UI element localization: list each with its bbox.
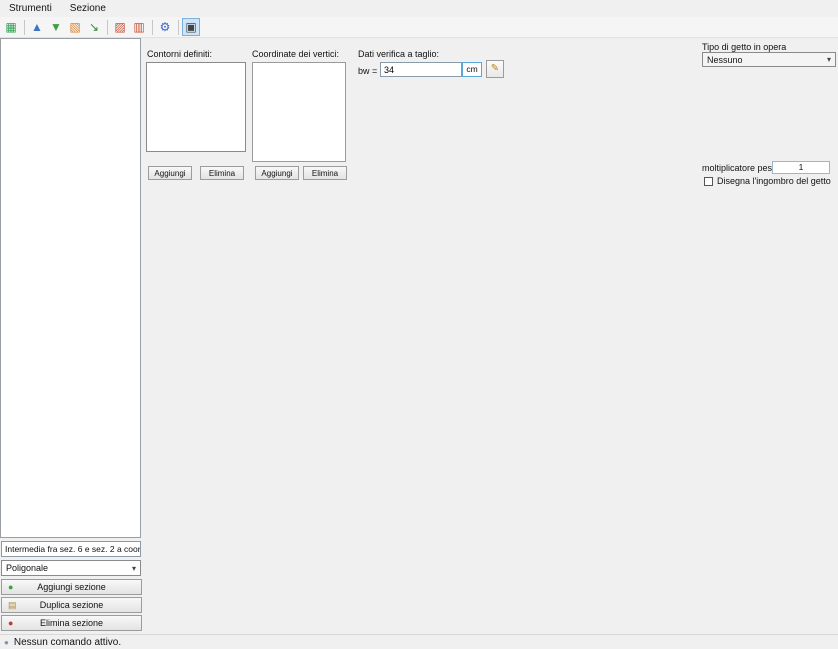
add-section-label: Aggiungi sezione (37, 582, 106, 592)
chevron-down-icon: ▾ (132, 564, 136, 573)
section-type-select[interactable]: Poligonale ▾ (1, 560, 141, 576)
toolbar-separator (178, 20, 179, 35)
vertex-delete-label: Elimina (312, 169, 338, 178)
section-name-input[interactable]: Intermedia fra sez. 6 e sez. 2 a coord. … (1, 541, 141, 557)
arrow-down-icon[interactable]: ▼ (47, 18, 65, 36)
duplicate-section-icon: ▤ (8, 600, 17, 611)
app-window: Strumenti Sezione ▦ ▲▼▧↘ ▨▥ ⚙ ▣ Intermedia f… (0, 0, 838, 649)
vertex-delete-button[interactable]: Elimina (303, 166, 347, 180)
hand-icon[interactable]: ▧ (66, 18, 84, 36)
image-icon[interactable]: ▣ (182, 18, 200, 36)
add-section-icon: ● (8, 582, 13, 592)
menu-strumenti[interactable]: Strumenti (0, 1, 61, 16)
menu-bar: Strumenti Sezione (0, 0, 838, 17)
drawing-canvas[interactable] (145, 185, 838, 634)
toolbar-separator (152, 20, 153, 35)
status-icon: ● (4, 638, 9, 647)
chevron-down-icon: ▾ (827, 55, 831, 64)
contorni-add-label: Aggiungi (154, 169, 185, 178)
check-arrows-icon[interactable]: ↘ (85, 18, 103, 36)
section-list (0, 38, 141, 538)
getto-title: Tipo di getto in opera (702, 42, 786, 52)
gear-icon[interactable]: ⚙ (156, 18, 174, 36)
contorni-title: Contorni definiti: (147, 49, 212, 59)
vertex-table[interactable] (252, 62, 346, 162)
vertex-add-label: Aggiungi (261, 169, 292, 178)
bw-label: bw = (358, 66, 377, 76)
duplicate-section-label: Duplica sezione (40, 600, 104, 610)
menu-sezione[interactable]: Sezione (61, 1, 115, 16)
grid-icon[interactable]: ▦ (2, 18, 20, 36)
status-bar: ● Nessun comando attivo. (0, 634, 838, 649)
bw-edit-button[interactable]: ✎ (486, 60, 504, 78)
contorni-delete-button[interactable]: Elimina (200, 166, 244, 180)
delete-section-label: Elimina sezione (40, 618, 103, 628)
getto-select[interactable]: Nessuno ▾ (702, 52, 836, 67)
contorni-delete-label: Elimina (209, 169, 235, 178)
duplicate-section-button[interactable]: ▤ Duplica sezione (1, 597, 142, 613)
copy-red-icon[interactable]: ▨ (111, 18, 129, 36)
status-text: Nessun comando attivo. (14, 637, 121, 648)
pencil-icon: ✎ (491, 63, 499, 74)
bw-unit[interactable]: cm (462, 62, 482, 77)
bw-input[interactable] (380, 62, 462, 77)
toolbar-separator (24, 20, 25, 35)
contorni-add-button[interactable]: Aggiungi (148, 166, 192, 180)
toolbar-separator (107, 20, 108, 35)
add-section-button[interactable]: ● Aggiungi sezione (1, 579, 142, 595)
contorni-listbox[interactable] (146, 62, 246, 152)
molt-input[interactable]: 1 (772, 161, 830, 174)
toolbar: ▦ ▲▼▧↘ ▨▥ ⚙ ▣ (0, 17, 838, 38)
delete-section-button[interactable]: ● Elimina sezione (1, 615, 142, 631)
coordinate-title: Coordinate dei vertici: (252, 49, 339, 59)
paste-red-icon[interactable]: ▥ (130, 18, 148, 36)
delete-section-icon: ● (8, 618, 13, 628)
vertex-add-button[interactable]: Aggiungi (255, 166, 299, 180)
getto-select-value: Nessuno (707, 55, 743, 65)
section-type-value: Poligonale (6, 563, 48, 573)
taglio-title: Dati verifica a taglio: (358, 49, 439, 59)
arrow-up-icon[interactable]: ▲ (28, 18, 46, 36)
